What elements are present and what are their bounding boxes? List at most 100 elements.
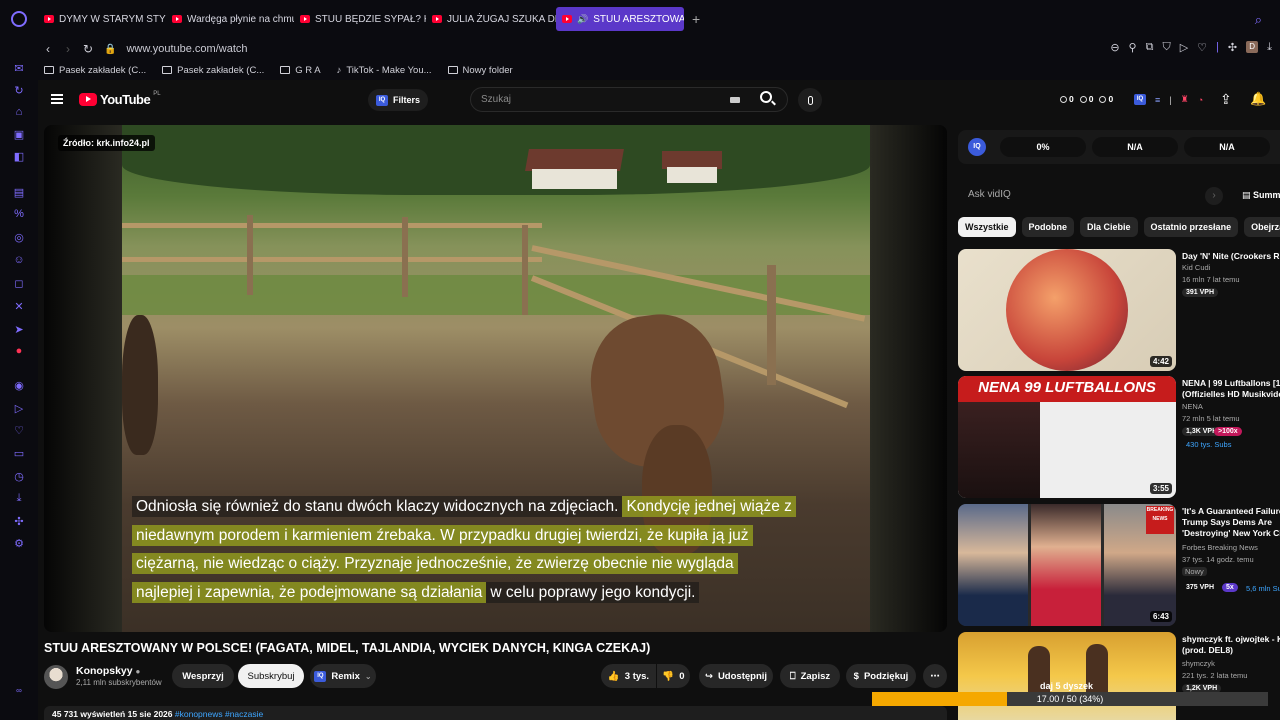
chip-recent[interactable]: Ostatnio przesłane	[1143, 217, 1239, 237]
chip-all[interactable]: Wszystkie	[958, 217, 1016, 237]
description-meta[interactable]: 45 731 wyświetleń 15 sie 2026 #konopnews…	[44, 706, 947, 720]
x-icon[interactable]: ✕	[13, 300, 25, 313]
play-icon[interactable]: ▷	[13, 402, 25, 415]
thumbnail[interactable]: BREAKING NEWS 6:43	[958, 504, 1176, 626]
chip-for-you[interactable]: Dla Ciebie	[1080, 217, 1138, 237]
save-button[interactable]: ⎕ Zapisz	[780, 664, 840, 688]
wallet-icon[interactable]: ▭	[13, 447, 25, 460]
tab-4[interactable]: JULIA ŻUGAJ SZUKA DRU	[426, 7, 556, 31]
instagram-icon[interactable]: ◻	[13, 277, 25, 290]
send-icon[interactable]: ▷	[1180, 41, 1188, 54]
favorite-icon[interactable]: ♡	[1197, 41, 1207, 54]
video-player[interactable]: Źródło: krk.info24.pl Odniosła się równi…	[44, 125, 947, 632]
extensions-icon[interactable]: ✣	[1228, 41, 1237, 54]
forward-icon[interactable]: ›	[58, 42, 78, 56]
bookmark-3[interactable]: G R A	[280, 65, 321, 76]
notifications-icon[interactable]: 🔔	[1250, 91, 1266, 107]
clock-icon[interactable]: ◷	[13, 470, 25, 483]
url-field[interactable]: www.youtube.com/watch	[126, 43, 247, 55]
voice-search-button[interactable]	[798, 88, 822, 112]
menu-icon[interactable]	[51, 94, 63, 104]
rec-views: 16 mln 7 lat temu	[1182, 275, 1240, 284]
forbes-logo: BREAKING NEWS	[1146, 506, 1174, 534]
download-arrow-icon[interactable]: ⤓	[1267, 41, 1272, 54]
twitch-icon[interactable]: ▤	[13, 186, 25, 199]
youtube-sidebar-icon[interactable]: ●	[13, 345, 25, 357]
summarize-button[interactable]: ▤ Summ	[1242, 190, 1280, 201]
thumbnail[interactable]: NENA 99 LUFTBALLONS 3:55	[958, 376, 1176, 498]
thumbnail[interactable]	[958, 632, 1176, 720]
profile-icon[interactable]: D	[1246, 41, 1259, 53]
zoom-icon[interactable]: ⊖	[1110, 41, 1119, 54]
bookmark-4[interactable]: ♪ TikTok - Make You...	[337, 65, 432, 76]
thumbnail[interactable]: 4:42	[958, 249, 1176, 371]
bot-icon[interactable]: ⌂	[13, 106, 25, 118]
vidiq-logo-icon[interactable]: IQ	[968, 138, 986, 156]
vidiq-metric-2[interactable]: N/A	[1092, 137, 1178, 157]
ask-send-icon[interactable]: ›	[1205, 187, 1223, 205]
mail-icon[interactable]: ✉	[13, 62, 25, 75]
percent-icon[interactable]: %	[13, 208, 25, 220]
tab-1[interactable]: DYMY W STARYM STYLU	[38, 7, 166, 31]
youtube-logo[interactable]: YouTube PL	[79, 91, 161, 107]
search-icon[interactable]	[760, 91, 772, 103]
recommendation-item[interactable]: shymczyk ft. ojwojtek - K (prod. DEL8) s…	[958, 632, 1280, 720]
bell-alert-icon[interactable]: ◔	[1198, 95, 1203, 105]
remix-button[interactable]: IQ Remix ⌄	[310, 664, 376, 688]
ask-vidiq-input[interactable]: Ask vidIQ	[958, 183, 1228, 207]
vidiq-score[interactable]: 0%	[1000, 137, 1086, 157]
search-tabs-icon[interactable]: ⌕	[1255, 12, 1262, 28]
share-button[interactable]: ↪ Udostępnij	[699, 664, 773, 688]
shield-icon[interactable]: ⛉	[1162, 41, 1170, 54]
thanks-button[interactable]: $ Podziękuj	[846, 664, 916, 688]
discord-icon[interactable]: ☺	[13, 254, 25, 266]
keyboard-icon[interactable]	[730, 97, 740, 103]
bookmark-2[interactable]: Pasek zakładek (C...	[162, 65, 264, 76]
subscribe-button[interactable]: Subskrybuj	[238, 664, 304, 688]
browser-logo-icon[interactable]	[0, 0, 38, 38]
like-button[interactable]: 👍 3 tys.	[601, 664, 656, 688]
dislike-button[interactable]: 👎 0	[657, 664, 690, 688]
filters-button[interactable]: IQ Filters	[368, 89, 429, 111]
settings-icon[interactable]: ⚙	[13, 537, 25, 550]
bookmark-5[interactable]: Nowy folder	[447, 65, 513, 76]
heart-icon[interactable]: ♡	[13, 424, 25, 437]
folder-icon	[447, 66, 458, 74]
channel-avatar[interactable]	[44, 665, 68, 689]
lock-icon[interactable]: 🔒	[104, 44, 116, 55]
spotify-icon[interactable]: ◉	[13, 379, 25, 392]
m-icon[interactable]: ◧	[13, 150, 25, 163]
tab-3[interactable]: STUU BĘDZIE SYPAŁ? KON	[294, 7, 426, 31]
channel-name[interactable]: Konopskyy ●	[76, 665, 140, 677]
vidiq-metric-3[interactable]: N/A	[1184, 137, 1270, 157]
trophy-icon[interactable]: ♜	[1181, 94, 1189, 105]
more-actions-button[interactable]: ⋯	[923, 664, 947, 688]
download-icon[interactable]: ⤓	[13, 492, 25, 504]
new-tab-button[interactable]: +	[684, 11, 708, 27]
vidiq-header-icon[interactable]: IQ	[1134, 94, 1146, 105]
back-icon[interactable]: ‹	[38, 42, 58, 56]
pin-icon[interactable]: ⚲	[1129, 41, 1137, 54]
screenshot-icon[interactable]: ⧉	[1146, 41, 1154, 54]
search-input[interactable]: Szukaj	[470, 87, 788, 112]
tab-active[interactable]: 🔊STUU ARESZTOWANY	[556, 7, 684, 31]
support-button[interactable]: Wesprzyj	[172, 664, 234, 688]
chip-similar[interactable]: Podobne	[1021, 217, 1075, 237]
recommendation-item[interactable]: BREAKING NEWS 6:43 'It's A Guaranteed Fa…	[958, 504, 1280, 626]
telegram-icon[interactable]: ➤	[13, 323, 25, 336]
upload-icon[interactable]: ⇪	[1220, 91, 1232, 108]
reload-icon[interactable]: ↻	[78, 42, 98, 56]
history-icon[interactable]: ↻	[13, 84, 25, 97]
messenger-icon[interactable]: ◎	[13, 231, 25, 244]
tab-2[interactable]: Wardęga płynie na chmurc	[166, 7, 294, 31]
list-icon[interactable]: ≡	[1155, 95, 1160, 105]
thanks-icon: $	[853, 670, 859, 682]
more-icon[interactable]: ∞	[13, 684, 25, 696]
image-icon[interactable]: ▣	[13, 128, 25, 141]
bookmark-1[interactable]: Pasek zakładek (C...	[44, 65, 146, 76]
puzzle-icon[interactable]: ✣	[13, 515, 25, 528]
recommendation-item[interactable]: NENA 99 LUFTBALLONS 3:55 NENA | 99 Luftb…	[958, 376, 1280, 498]
chip-watched[interactable]: Obejrzane	[1244, 217, 1280, 237]
vidiq-panel: IQ 0% N/A N/A	[958, 130, 1280, 164]
recommendation-item[interactable]: 4:42 Day 'N' Nite (Crookers Rem Kid Cudi…	[958, 249, 1280, 371]
